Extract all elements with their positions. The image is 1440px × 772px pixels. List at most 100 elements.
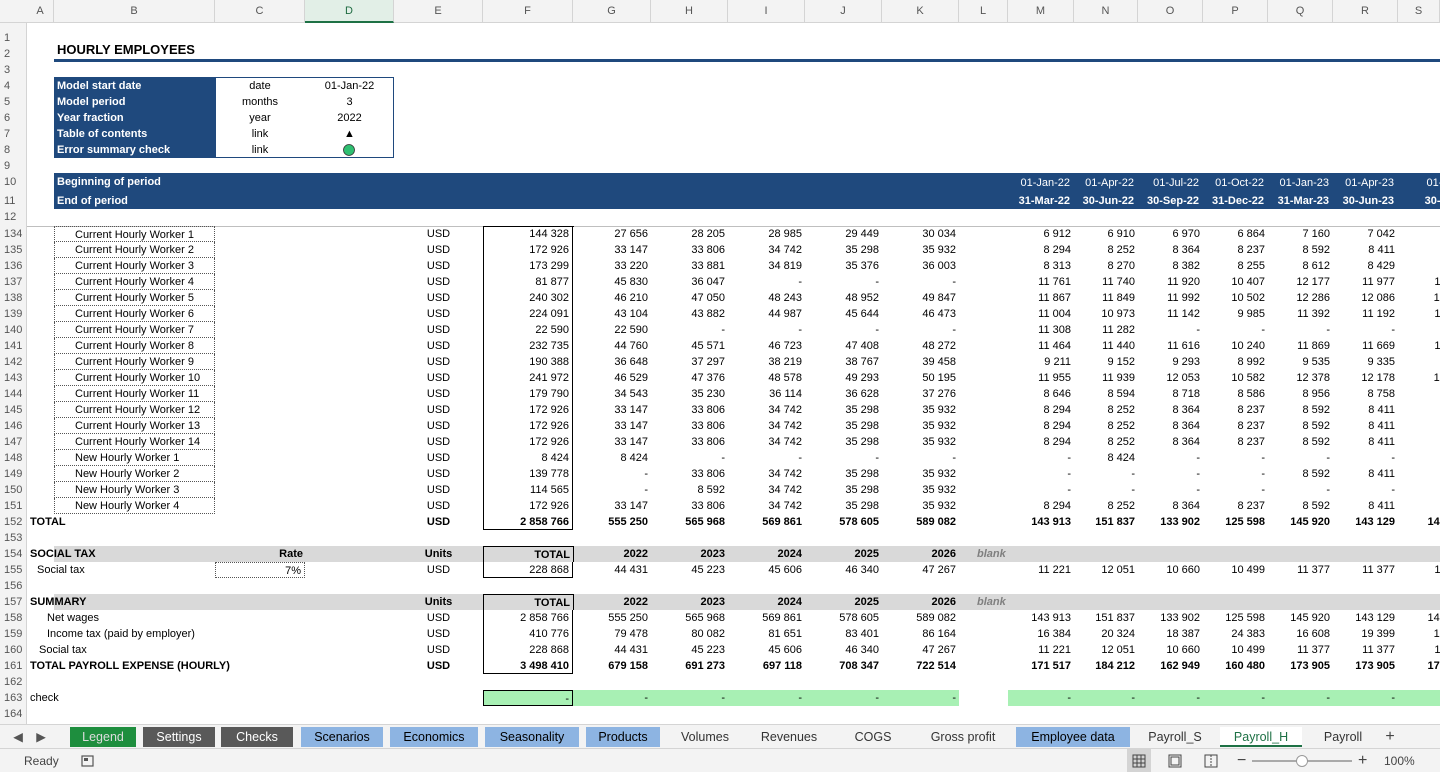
annual-value-cell[interactable]: 48 243 (728, 290, 802, 306)
row-header[interactable]: 156 (0, 578, 27, 594)
quarter-value-cell[interactable]: 11 669 (1333, 338, 1395, 354)
worker-name[interactable]: Current Hourly Worker 12 (54, 402, 215, 418)
annual-value-cell[interactable]: 83 401 (805, 626, 879, 642)
quarter-value-cell[interactable]: 11 377 (1333, 562, 1395, 578)
quarter-value-cell[interactable]: 8 592 (1268, 242, 1330, 258)
annual-value-cell[interactable]: 35 298 (805, 402, 879, 418)
quarter-value-cell[interactable]: - (1203, 322, 1265, 338)
quarter-value-cell[interactable]: 11 440 (1074, 338, 1135, 354)
annual-value-cell[interactable]: 45 223 (651, 562, 725, 578)
annual-value-cell[interactable]: 33 147 (573, 242, 648, 258)
quarter-value-cell[interactable]: 8 758 (1333, 386, 1395, 402)
quarter-value-cell[interactable]: 10 240 (1203, 338, 1265, 354)
quarter-value-cell[interactable]: 8 237 (1203, 402, 1265, 418)
check-cell[interactable]: - (1203, 690, 1265, 706)
row-header[interactable]: 140 (0, 322, 27, 338)
quarter-value-cell[interactable]: - (1203, 466, 1265, 482)
row-header[interactable]: 149 (0, 466, 27, 482)
row-header[interactable]: 134 (0, 226, 27, 242)
quarter-value-cell[interactable]: - (1398, 322, 1440, 338)
annual-value-cell[interactable]: 27 656 (573, 226, 648, 242)
total-cell[interactable]: 172 926 (483, 498, 573, 514)
quarter-value-cell[interactable]: 11 377 (1333, 642, 1395, 658)
annual-value-cell[interactable]: 39 458 (882, 354, 956, 370)
quarter-value-cell[interactable]: 8 252 (1074, 418, 1135, 434)
quarter-value-cell[interactable]: - (1268, 482, 1330, 498)
sheet-tab-payroll-s[interactable]: Payroll_S (1137, 727, 1213, 747)
annual-value-cell[interactable]: 45 644 (805, 306, 879, 322)
total-cell[interactable]: 410 776 (483, 626, 573, 642)
quarter-value-cell[interactable]: 11 004 (1008, 306, 1071, 322)
row-header[interactable]: 164 (0, 706, 27, 722)
quarter-value-cell[interactable]: 12 378 (1268, 370, 1330, 386)
quarter-value-cell[interactable]: 12 051 (1074, 562, 1135, 578)
quarter-value-cell[interactable]: 133 902 (1138, 610, 1200, 626)
row-header[interactable]: 154 (0, 546, 27, 562)
total-cell[interactable]: 224 091 (483, 306, 573, 322)
row-header[interactable]: 153 (0, 530, 27, 546)
column-header-j[interactable]: J (805, 0, 882, 23)
annual-value-cell[interactable]: 708 347 (805, 658, 879, 674)
annual-value-cell[interactable]: - (805, 450, 879, 466)
quarter-value-cell[interactable]: 16 608 (1268, 626, 1330, 642)
sheet-tab-volumes[interactable]: Volumes (667, 727, 743, 747)
annual-value-cell[interactable]: - (805, 274, 879, 290)
annual-value-cell[interactable]: 35 932 (882, 402, 956, 418)
annual-value-cell[interactable]: 44 987 (728, 306, 802, 322)
column-header-n[interactable]: N (1074, 0, 1138, 23)
toc-link[interactable]: ▲ (305, 126, 394, 142)
annual-value-cell[interactable]: 37 297 (651, 354, 725, 370)
annual-value-cell[interactable]: 47 267 (882, 562, 956, 578)
row-header[interactable]: 157 (0, 594, 27, 610)
quarter-value-cell[interactable]: 8 592 (1268, 434, 1330, 450)
annual-value-cell[interactable]: 45 571 (651, 338, 725, 354)
quarter-value-cell[interactable]: - (1333, 482, 1395, 498)
quarter-value-cell[interactable]: 160 480 (1203, 658, 1265, 674)
quarter-value-cell[interactable]: - (1268, 450, 1330, 466)
quarter-value-cell[interactable]: - (1333, 450, 1395, 466)
quarter-value-cell[interactable]: 12 0 (1398, 290, 1440, 306)
quarter-value-cell[interactable]: 7 160 (1268, 226, 1330, 242)
quarter-value-cell[interactable]: 8 364 (1138, 434, 1200, 450)
sheet-tab-legend[interactable]: Legend (70, 727, 136, 747)
quarter-value-cell[interactable]: 133 902 (1138, 514, 1200, 530)
quarter-value-cell[interactable]: 20 324 (1074, 626, 1135, 642)
row-header[interactable]: 141 (0, 338, 27, 354)
zoom-in-icon[interactable]: + (1358, 749, 1367, 772)
annual-value-cell[interactable]: 34 742 (728, 466, 802, 482)
annual-value-cell[interactable]: 33 806 (651, 402, 725, 418)
column-header-m[interactable]: M (1008, 0, 1074, 23)
total-cell[interactable]: 81 877 (483, 274, 573, 290)
quarter-value-cell[interactable]: 9 152 (1074, 354, 1135, 370)
total-cell[interactable]: 3 498 410 (483, 658, 573, 674)
annual-value-cell[interactable]: 569 861 (728, 514, 802, 530)
worker-name[interactable]: New Hourly Worker 3 (54, 482, 215, 498)
row-header[interactable]: 10 (0, 174, 27, 190)
quarter-value-cell[interactable]: - (1333, 322, 1395, 338)
quarter-value-cell[interactable]: 10 582 (1203, 370, 1265, 386)
quarter-value-cell[interactable]: 10 499 (1203, 562, 1265, 578)
quarter-value-cell[interactable]: 143 129 (1333, 610, 1395, 626)
annual-value-cell[interactable]: 35 932 (882, 466, 956, 482)
annual-value-cell[interactable]: - (882, 274, 956, 290)
annual-value-cell[interactable]: 8 424 (573, 450, 648, 466)
quarter-value-cell[interactable]: 12 286 (1268, 290, 1330, 306)
quarter-value-cell[interactable]: 24 383 (1203, 626, 1265, 642)
quarter-value-cell[interactable]: 11 392 (1268, 306, 1330, 322)
row-header[interactable]: 152 (0, 514, 27, 530)
row-header[interactable]: 5 (0, 94, 27, 110)
quarter-value-cell[interactable]: 171 517 (1008, 658, 1071, 674)
annual-value-cell[interactable]: 35 298 (805, 482, 879, 498)
sheet-tab-revenues[interactable]: Revenues (749, 727, 829, 747)
quarter-value-cell[interactable]: 143 129 (1333, 514, 1395, 530)
quarter-value-cell[interactable]: 11 377 (1268, 562, 1330, 578)
quarter-value-cell[interactable]: 11 869 (1268, 338, 1330, 354)
quarter-value-cell[interactable]: 8 411 (1333, 418, 1395, 434)
worker-name[interactable]: New Hourly Worker 1 (54, 450, 215, 466)
row-header[interactable]: 3 (0, 62, 27, 78)
annual-value-cell[interactable]: 569 861 (728, 610, 802, 626)
quarter-value-cell[interactable]: 11 1 (1398, 306, 1440, 322)
quarter-value-cell[interactable]: 8 252 (1074, 242, 1135, 258)
quarter-value-cell[interactable]: 11 740 (1074, 274, 1135, 290)
annual-value-cell[interactable]: 79 478 (573, 626, 648, 642)
